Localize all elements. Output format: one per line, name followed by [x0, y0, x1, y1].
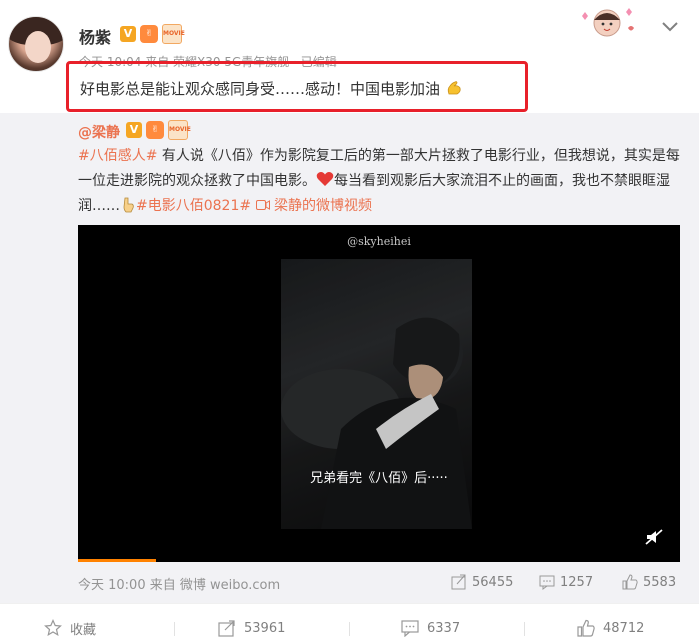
post-text-content: 好电影总是能让观众感同身受……感动！中国电影加油 — [80, 80, 441, 98]
heart-emoji-icon — [316, 172, 334, 189]
repost-like-button[interactable]: 5583 — [622, 574, 676, 590]
repost-movie-badge-icon: MOVIE — [168, 120, 191, 140]
repost-medal-icon: ✌ — [146, 121, 164, 139]
video-frame — [281, 259, 472, 529]
repost-like-count: 5583 — [643, 574, 677, 590]
comment-button[interactable]: 6337 — [401, 619, 460, 637]
like-button[interactable]: 48712 — [577, 619, 644, 637]
video-player[interactable]: @skyheihei 兄弟看完《八佰》后····· — [78, 225, 680, 562]
thumbs-up-icon — [577, 619, 595, 637]
repost-comment-count: 1257 — [560, 574, 594, 590]
divider — [174, 622, 175, 636]
comment-count: 6337 — [427, 620, 461, 636]
hashtag-link[interactable]: #电影八佰0821# — [136, 198, 251, 214]
video-link-icon — [255, 198, 270, 214]
comment-icon — [401, 620, 419, 637]
weibo-post-card: 杨紫 V ✌ MOVIE 今天 10:04 来自 荣耀X30 5G青年旗舰 · … — [0, 0, 699, 643]
repost-count: 53961 — [244, 620, 286, 636]
decoration-sticker-icon — [582, 8, 634, 37]
divider — [349, 622, 350, 636]
video-watermark: @skyheihei — [347, 235, 411, 248]
verified-icon: V — [120, 26, 136, 42]
repost-author[interactable]: @梁静 — [78, 122, 120, 142]
mute-icon[interactable] — [644, 527, 664, 547]
repost-author-name[interactable]: @梁静 — [78, 125, 120, 141]
chevron-down-icon[interactable] — [660, 20, 680, 34]
repost-text: #八佰感人# 有人说《八佰》作为影院复工后的第一部大片拯救了电影行业，但我想说，… — [78, 144, 684, 219]
video-link[interactable]: 梁静的微博视频 — [255, 198, 372, 214]
point-down-emoji-icon — [120, 197, 136, 214]
comment-icon — [539, 575, 555, 590]
star-icon — [44, 619, 62, 637]
repost-button[interactable]: 53961 — [218, 619, 285, 637]
repost-time-source: 今天 10:00 来自 微博 weibo.com — [78, 578, 281, 593]
favorite-label: 收藏 — [70, 622, 97, 638]
favorite-button[interactable]: 收藏 — [44, 619, 97, 638]
muscle-emoji-icon — [445, 79, 463, 98]
author-name[interactable]: 杨紫 — [79, 24, 111, 48]
avatar-face — [25, 31, 51, 63]
thumbs-up-icon — [622, 574, 638, 590]
repost-comment-button[interactable]: 1257 — [539, 574, 593, 590]
post-text: 好电影总是能让观众感同身受……感动！中国电影加油 — [80, 78, 463, 99]
video-link-label[interactable]: 梁静的微博视频 — [274, 198, 372, 214]
video-progress-bar[interactable] — [78, 559, 157, 562]
repost-forward-count: 56455 — [472, 574, 514, 590]
video-scene — [281, 259, 472, 529]
repost-verified-icon: V — [126, 122, 142, 138]
like-count: 48712 — [603, 620, 645, 636]
avatar[interactable] — [8, 16, 64, 72]
share-icon — [218, 620, 235, 637]
hashtag-link[interactable]: #八佰感人# — [78, 148, 157, 164]
medal-icon: ✌ — [140, 25, 158, 43]
divider — [524, 622, 525, 636]
repost-forward-button[interactable]: 56455 — [451, 574, 513, 590]
movie-badge-icon: MOVIE — [162, 24, 185, 44]
action-bar: 收藏 53961 6337 48712 — [0, 603, 699, 643]
share-icon — [451, 574, 466, 590]
video-caption: 兄弟看完《八佰》后····· — [310, 471, 448, 486]
